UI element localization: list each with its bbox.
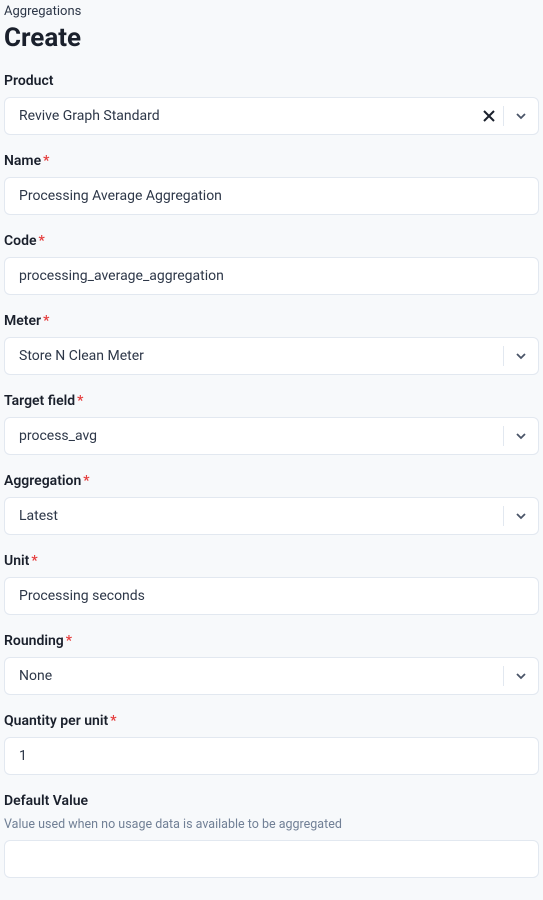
code-label: Code*: [4, 233, 539, 249]
clear-icon[interactable]: [475, 110, 503, 122]
field-product: Product Revive Graph Standard: [4, 73, 539, 135]
field-rounding: Rounding* None: [4, 633, 539, 695]
unit-input[interactable]: [4, 577, 539, 615]
product-label-text: Product: [4, 73, 53, 89]
meter-select-value: Store N Clean Meter: [5, 338, 503, 374]
product-label: Product: [4, 73, 539, 89]
field-target-field: Target field* process_avg: [4, 393, 539, 455]
required-marker: *: [39, 233, 45, 249]
field-aggregation: Aggregation* Latest: [4, 473, 539, 535]
field-quantity-per-unit: Quantity per unit*: [4, 713, 539, 775]
required-marker: *: [110, 713, 116, 729]
default-value-label-text: Default Value: [4, 793, 88, 809]
aggregation-select[interactable]: Latest: [4, 497, 539, 535]
rounding-label: Rounding*: [4, 633, 539, 649]
code-input[interactable]: [4, 257, 539, 295]
target-field-label-text: Target field: [4, 393, 75, 409]
field-unit: Unit*: [4, 553, 539, 615]
quantity-per-unit-label-text: Quantity per unit: [4, 713, 108, 729]
target-field-select[interactable]: process_avg: [4, 417, 539, 455]
required-marker: *: [43, 153, 49, 169]
page-title: Create: [4, 23, 539, 53]
product-select[interactable]: Revive Graph Standard: [4, 97, 539, 135]
chevron-down-icon[interactable]: [504, 109, 538, 123]
default-value-label: Default Value: [4, 793, 539, 809]
target-field-select-value: process_avg: [5, 418, 503, 454]
chevron-down-icon[interactable]: [504, 429, 538, 443]
code-label-text: Code: [4, 233, 37, 249]
meter-label: Meter*: [4, 313, 539, 329]
required-marker: *: [77, 393, 83, 409]
name-label-text: Name: [4, 153, 41, 169]
required-marker: *: [43, 313, 49, 329]
target-field-label: Target field*: [4, 393, 539, 409]
name-label: Name*: [4, 153, 539, 169]
name-input[interactable]: [4, 177, 539, 215]
chevron-down-icon[interactable]: [504, 509, 538, 523]
required-marker: *: [83, 473, 89, 489]
required-marker: *: [66, 633, 72, 649]
chevron-down-icon[interactable]: [504, 669, 538, 683]
rounding-select-value: None: [5, 658, 503, 694]
aggregation-select-value: Latest: [5, 498, 503, 534]
aggregation-label-text: Aggregation: [4, 473, 81, 489]
chevron-down-icon[interactable]: [504, 349, 538, 363]
rounding-select[interactable]: None: [4, 657, 539, 695]
meter-label-text: Meter: [4, 313, 41, 329]
default-value-helper: Value used when no usage data is availab…: [4, 817, 539, 832]
meter-select[interactable]: Store N Clean Meter: [4, 337, 539, 375]
product-select-value: Revive Graph Standard: [5, 98, 475, 134]
field-code: Code*: [4, 233, 539, 295]
quantity-per-unit-label: Quantity per unit*: [4, 713, 539, 729]
field-meter: Meter* Store N Clean Meter: [4, 313, 539, 375]
rounding-label-text: Rounding: [4, 633, 64, 649]
unit-label: Unit*: [4, 553, 539, 569]
aggregation-label: Aggregation*: [4, 473, 539, 489]
breadcrumb[interactable]: Aggregations: [4, 4, 539, 19]
unit-label-text: Unit: [4, 553, 29, 569]
field-default-value: Default Value Value used when no usage d…: [4, 793, 539, 878]
field-name: Name*: [4, 153, 539, 215]
quantity-per-unit-input[interactable]: [4, 737, 539, 775]
required-marker: *: [31, 553, 37, 569]
default-value-input[interactable]: [4, 840, 539, 878]
